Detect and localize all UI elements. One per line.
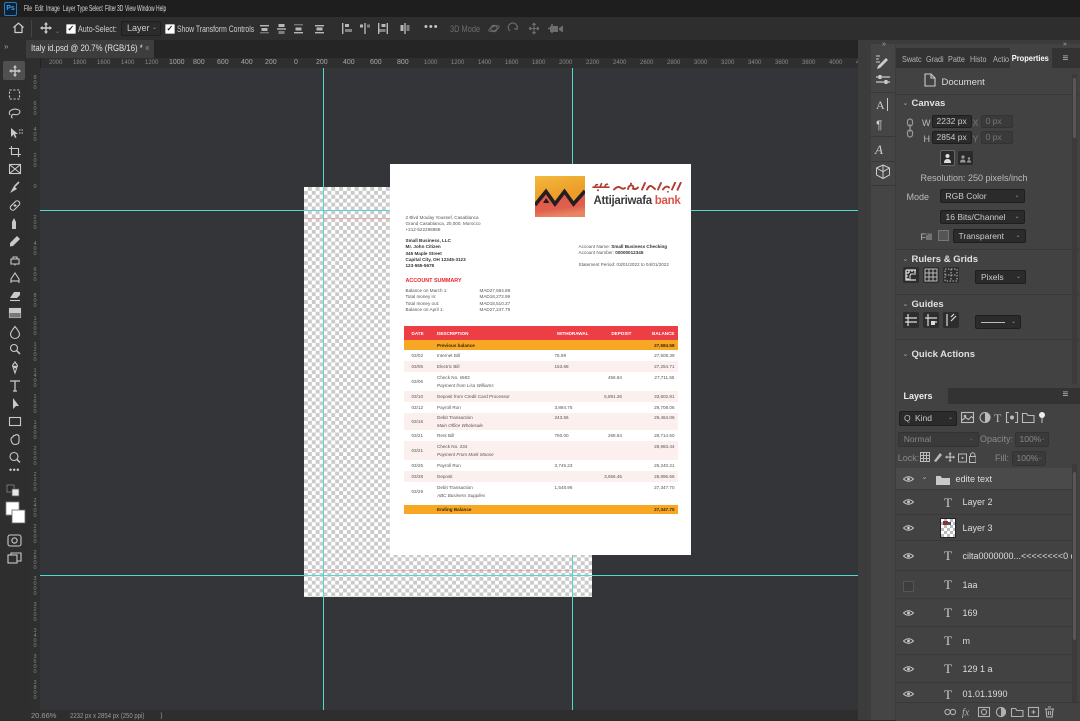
svg-text:•••: ••• — [9, 465, 20, 475]
svg-text:A: A — [874, 142, 883, 157]
svg-text:A: A — [876, 98, 885, 112]
svg-text:T: T — [994, 411, 1002, 424]
svg-text:fx: fx — [962, 708, 970, 719]
svg-text:¶: ¶ — [876, 118, 882, 132]
